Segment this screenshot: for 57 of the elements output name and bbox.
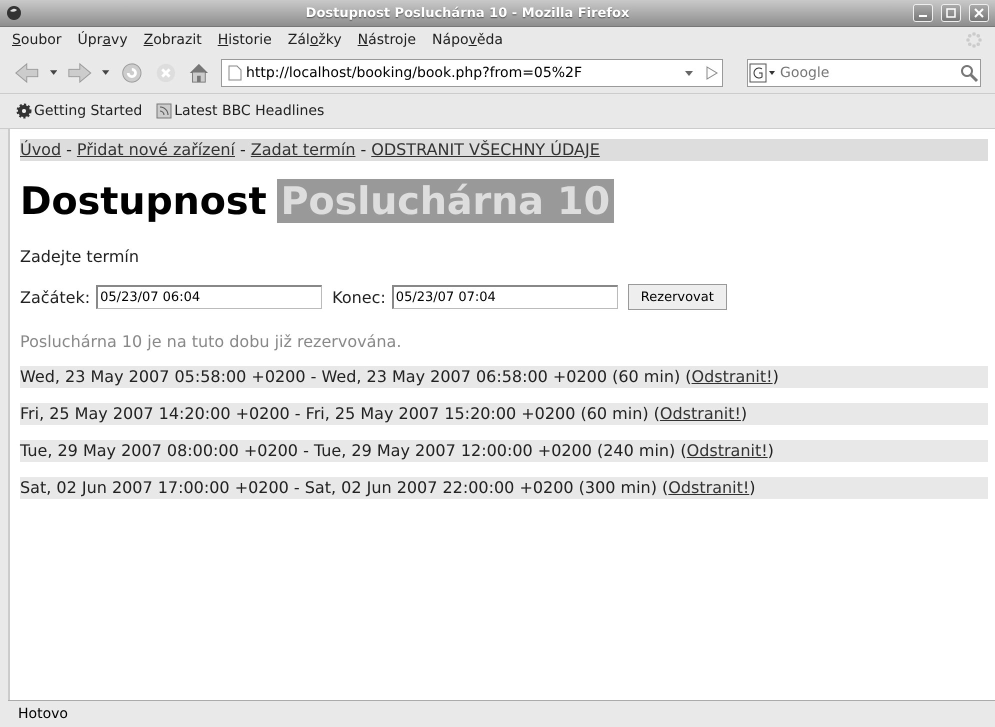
nav-link[interactable]: Zadat termín [250, 139, 356, 161]
booking-text: Sat, 02 Jun 2007 17:00:00 +0200 - Sat, 02 Jun 2007 22:00:00 +0200 (300 min) ( [20, 478, 668, 497]
search-icon[interactable] [958, 62, 980, 84]
separator: - [240, 139, 246, 161]
close-button[interactable] [969, 4, 989, 22]
delete-link[interactable]: Odstranit! [686, 441, 768, 460]
caret-icon[interactable] [102, 70, 110, 76]
menu-item[interactable]: Nápověda [432, 32, 503, 48]
booking-text: ) [740, 404, 748, 423]
booking-text: Wed, 23 May 2007 05:58:00 +0200 - Wed, 23 May 2007 06:58:00 +0200 (60 min) ( [20, 367, 692, 386]
menu-item[interactable]: Úpravy [78, 32, 128, 48]
separator: - [66, 139, 72, 161]
booking-text: Fri, 25 May 2007 14:20:00 +0200 - Fri, 25 May 2007 15:20:00 +0200 (60 min) ( [20, 404, 660, 423]
booking-text: ) [749, 478, 756, 497]
minimize-button[interactable] [913, 4, 933, 22]
end-field[interactable]: 05/23/07 07:04 [392, 285, 618, 309]
throbber-icon [965, 31, 983, 49]
bookmark-link[interactable]: Getting Started [16, 103, 142, 119]
nav-link[interactable]: ODSTRANIT VŠECHNY ÚDAJE [371, 139, 600, 161]
minimize-icon [919, 15, 927, 17]
forward-icon[interactable] [66, 61, 92, 85]
booking-text: ) [768, 441, 774, 460]
delete-link[interactable]: Odstranit! [668, 478, 750, 497]
bookmark-link[interactable]: Latest BBC Headlines [156, 103, 324, 119]
page-heading: Dostupnost [20, 179, 267, 223]
menu-item[interactable]: Nástroje [358, 32, 416, 48]
caret-icon[interactable] [50, 70, 57, 76]
booking-text: Tue, 29 May 2007 08:00:00 +0200 - Tue, 29 May 2007 12:00:00 +0200 (240 min) ( [20, 441, 687, 460]
search-engine-icon[interactable] [748, 62, 776, 84]
separator: - [360, 139, 366, 161]
back-icon[interactable] [14, 61, 40, 85]
window-title: Dostupnost Posluchárna 10 - Mozilla Firefox [304, 6, 630, 20]
feed-icon [156, 103, 172, 119]
start-field[interactable]: 05/23/07 06:04 [96, 285, 322, 309]
address-field[interactable]: http://localhost/booking/book.php?from=05%2F [221, 59, 724, 87]
booking-text: ) [772, 367, 779, 386]
reserve-button[interactable]: Rezervovat [628, 284, 727, 310]
menu-item[interactable]: Záložky [288, 32, 342, 48]
form-title: Zadejte termín [20, 247, 140, 266]
close-icon [974, 8, 984, 18]
maximize-button[interactable] [941, 4, 961, 22]
end-label: Konec: [332, 288, 386, 306]
message: Posluchárna 10 je na tuto dobu již rezervována. [20, 332, 402, 351]
maximize-icon [946, 8, 956, 18]
globe-icon [6, 5, 22, 21]
menu-item[interactable]: Historie [218, 32, 272, 48]
menu-item[interactable]: Zobrazit [144, 32, 202, 48]
delete-link[interactable]: Odstranit! [660, 404, 741, 423]
start-label: Začátek: [20, 288, 90, 306]
nav-link[interactable]: Úvod [20, 139, 62, 161]
search-field[interactable]: Google [747, 59, 982, 87]
menu-item[interactable]: Soubor [12, 32, 62, 48]
nav-link[interactable]: Přidat nové zařízení [76, 139, 235, 161]
gear-icon [16, 103, 32, 119]
status-bar: Hotovo [8, 700, 995, 727]
delete-link[interactable]: Odstranit! [692, 367, 773, 386]
room-name: Posluchárna 10 [276, 179, 614, 223]
